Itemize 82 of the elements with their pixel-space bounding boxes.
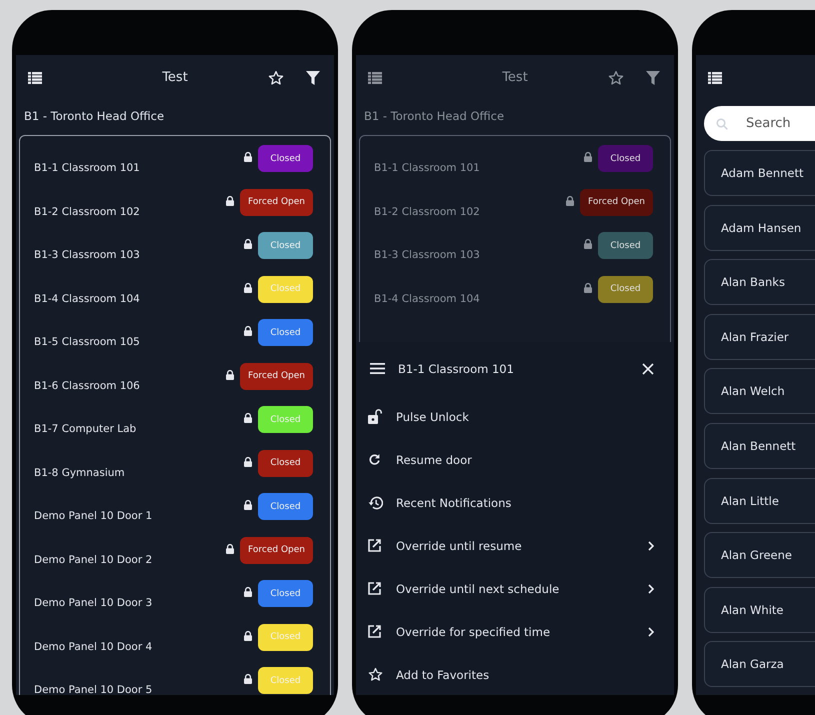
lock-icon (566, 196, 574, 206)
action-item[interactable]: Override until resume (368, 524, 654, 567)
open-in-new-icon (368, 582, 381, 595)
lock-icon (244, 500, 252, 510)
status-badge[interactable]: Closed (258, 319, 313, 346)
star-icon (368, 667, 383, 682)
status-badge[interactable]: Closed (598, 145, 653, 172)
screen-title: Test (502, 70, 528, 85)
status-badge[interactable]: Forced Open (240, 188, 313, 216)
unlock-icon (368, 409, 382, 424)
person-card[interactable]: Adam Hansen (704, 204, 815, 251)
lock-icon (244, 587, 252, 597)
door-name[interactable]: B1-4 Classroom 104 (34, 276, 140, 304)
status-badge[interactable]: Forced Open (240, 362, 313, 390)
lock-icon (584, 152, 592, 162)
open-in-new-icon (368, 625, 381, 638)
lock-icon (244, 630, 252, 640)
filter-icon[interactable] (306, 70, 320, 84)
status-badge[interactable]: Closed (598, 232, 653, 259)
door-name[interactable]: Demo Panel 10 Door 5 (34, 667, 152, 695)
status-badge[interactable]: Closed (258, 580, 313, 607)
lock-icon (244, 152, 252, 162)
person-card[interactable]: Alan Frazier (704, 314, 815, 360)
status-badge[interactable]: Closed (258, 145, 313, 172)
person-card[interactable]: Alan Banks (704, 259, 815, 306)
door-name[interactable]: B1-5 Classroom 105 (34, 319, 140, 348)
lock-icon (244, 456, 252, 466)
person-card[interactable]: Alan Garza (704, 641, 815, 688)
action-item[interactable]: Recent Notifications (368, 481, 654, 524)
lock-icon (244, 282, 252, 292)
refresh-icon (368, 453, 381, 466)
door-name[interactable]: B1-8 Gymnasium (34, 450, 125, 478)
door-name[interactable]: B1-2 Classroom 102 (374, 188, 480, 218)
door-name[interactable]: B1-1 Classroom 101 (374, 145, 480, 174)
door-name[interactable]: B1-2 Classroom 102 (34, 188, 140, 218)
lock-icon (244, 326, 252, 336)
screen-title: Test (162, 70, 188, 85)
door-name[interactable]: Demo Panel 10 Door 2 (34, 536, 152, 566)
door-name[interactable]: B1-7 Computer Lab (34, 406, 136, 435)
site-name: B1 - Toronto Head Office (363, 108, 506, 125)
action-item[interactable]: Pulse Unlock (368, 395, 654, 438)
status-badge[interactable]: Closed (258, 450, 313, 476)
door-name[interactable]: B1-3 Classroom 103 (374, 232, 480, 261)
sheet-title: B1-1 Classroom 101 (398, 362, 514, 376)
status-badge[interactable]: Forced Open (580, 188, 653, 216)
close-icon[interactable] (642, 362, 654, 374)
person-card[interactable]: Alan White (704, 586, 815, 633)
action-item[interactable]: Add to Favorites (368, 653, 654, 695)
lock-icon (226, 370, 234, 380)
lock-icon (244, 674, 252, 684)
lock-icon (226, 196, 234, 206)
person-card[interactable]: Adam Bennett (704, 150, 815, 196)
lock-icon (226, 544, 234, 554)
door-name[interactable]: B1-4 Classroom 104 (374, 276, 480, 304)
person-card[interactable]: Alan Bennett (704, 422, 815, 469)
action-item[interactable]: Override for specified time (368, 610, 654, 653)
list-icon[interactable] (28, 72, 42, 84)
menu-icon[interactable] (370, 363, 385, 374)
list-icon[interactable] (708, 72, 722, 84)
door-name[interactable]: Demo Panel 10 Door 3 (34, 580, 152, 609)
door-name[interactable]: B1-1 Classroom 101 (34, 145, 140, 174)
door-name[interactable]: B1-3 Classroom 103 (34, 232, 140, 261)
lock-icon (584, 282, 592, 292)
lock-icon (584, 239, 592, 249)
door-name[interactable]: Demo Panel 10 Door 1 (34, 493, 152, 522)
action-item[interactable]: Override until next schedule (368, 567, 654, 610)
action-item[interactable]: Resume door (368, 438, 654, 481)
open-in-new-icon (368, 539, 381, 552)
status-badge[interactable]: Closed (258, 493, 313, 520)
search-field[interactable]: Search (704, 106, 815, 141)
person-card[interactable]: Alan Greene (704, 532, 815, 578)
status-badge[interactable]: Forced Open (240, 536, 313, 564)
person-card[interactable]: Alan Welch (704, 368, 815, 414)
site-name: B1 - Toronto Head Office (23, 108, 166, 125)
door-name[interactable]: B1-6 Classroom 106 (34, 362, 140, 392)
history-icon (368, 496, 383, 510)
search-icon (716, 118, 728, 130)
lock-icon (244, 239, 252, 249)
star-icon[interactable] (608, 70, 624, 86)
door-name[interactable]: Demo Panel 10 Door 4 (34, 624, 152, 652)
lock-icon (244, 413, 252, 423)
person-card[interactable]: Alan Little (704, 478, 815, 524)
